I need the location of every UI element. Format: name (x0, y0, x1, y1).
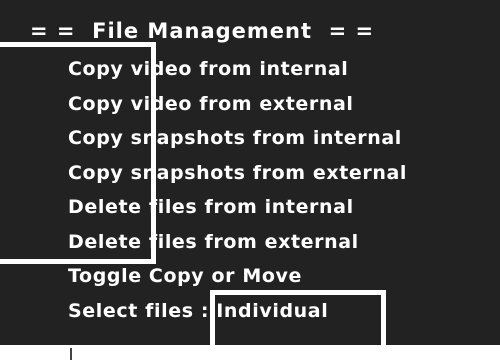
select-files-separator: : (193, 299, 217, 322)
menu-item-copy-video-external[interactable]: Copy video from external (68, 87, 407, 122)
menu-item-toggle-copy-move[interactable]: Toggle Copy or Move (68, 259, 407, 294)
menu-item-delete-files-external[interactable]: Delete files from external (68, 225, 407, 260)
text-cursor-icon (70, 348, 72, 360)
menu-title: = = File Management = = (30, 19, 375, 43)
menu-item-copy-video-internal[interactable]: Copy video from internal (68, 52, 407, 87)
file-management-panel: = = File Management = = Copy video from … (0, 0, 500, 345)
select-files-label: Select files (68, 299, 194, 322)
device-screen: = = File Management = = Copy video from … (0, 0, 500, 360)
menu-item-copy-snapshots-internal[interactable]: Copy snapshots from internal (68, 121, 407, 156)
menu-item-select-files[interactable]: Select files : Individual (68, 294, 407, 329)
menu-item-delete-files-internal[interactable]: Delete files from internal (68, 190, 407, 225)
select-files-value[interactable]: Individual (216, 300, 328, 322)
file-management-menu: Copy video from internal Copy video from… (68, 52, 407, 328)
menu-item-copy-snapshots-external[interactable]: Copy snapshots from external (68, 156, 407, 191)
